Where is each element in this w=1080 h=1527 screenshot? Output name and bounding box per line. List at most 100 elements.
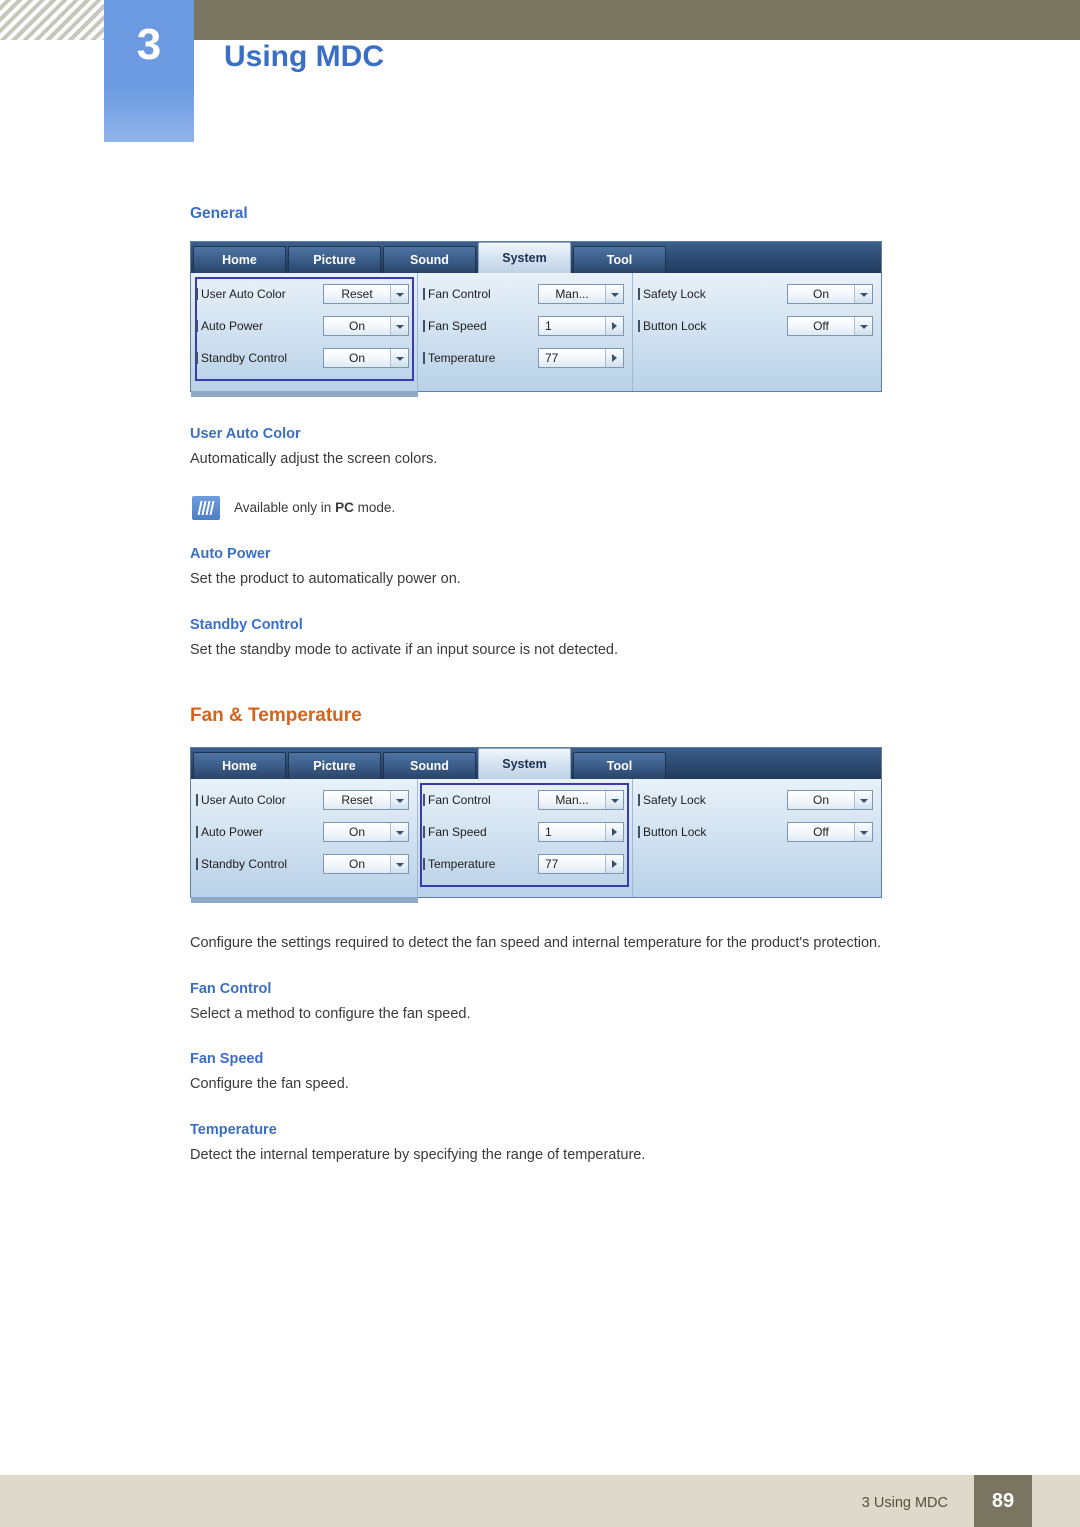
chevron-right-icon[interactable] (605, 823, 623, 842)
desc-standby-control: Set the standby mode to activate if an i… (190, 641, 619, 658)
mdc-value-safety-lock: On (812, 793, 829, 808)
desc-fan-control: Select a method to configure the fan spe… (190, 1005, 471, 1022)
mdc-row-standby-control: Standby Control On (196, 347, 409, 369)
mdc-label-safety-lock: Safety Lock (638, 793, 787, 807)
mdc-row-temperature: Temperature 77 (423, 347, 624, 369)
mdc-label-button-lock: Button Lock (638, 825, 787, 839)
mdc-dropdown-fan-control[interactable]: Man... (538, 284, 624, 304)
mdc-panel-body: User Auto Color Reset Auto Power On Stan… (191, 273, 881, 391)
mdc-group-lock: Safety Lock On Button Lock Off (633, 779, 881, 897)
chevron-right-icon[interactable] (605, 317, 623, 335)
mdc-label-fan-speed: Fan Speed (423, 319, 538, 333)
mdc-dropdown-safety-lock[interactable]: On (787, 284, 873, 304)
desc-auto-power: Set the product to automatically power o… (190, 571, 461, 588)
mdc-value-temperature: 77 (545, 857, 559, 872)
mdc-tab-sound[interactable]: Sound (383, 246, 476, 273)
mdc-tab-sound[interactable]: Sound (383, 752, 476, 780)
mdc-value-user-auto-color: Reset (341, 793, 373, 808)
mdc-tab-home[interactable]: Home (193, 246, 286, 273)
note-suffix: mode. (353, 500, 396, 516)
mdc-value-safety-lock: On (812, 287, 829, 301)
mdc-group-general: User Auto Color Reset Auto Power On Stan… (191, 273, 418, 391)
chevron-down-icon[interactable] (854, 791, 872, 810)
chevron-right-icon[interactable] (605, 855, 623, 874)
chevron-down-icon[interactable] (854, 317, 872, 335)
chevron-right-icon[interactable] (605, 349, 623, 367)
chevron-down-icon[interactable] (854, 823, 872, 842)
mdc-dropdown-standby-control[interactable]: On (323, 854, 409, 875)
mdc-label-user-auto-color: User Auto Color (196, 793, 323, 807)
chevron-down-icon[interactable] (390, 823, 408, 842)
mdc-row-user-auto-color: User Auto Color Reset (196, 283, 409, 305)
fan-temperature-heading: Fan & Temperature (190, 705, 362, 727)
desc-fan-speed: Configure the fan speed. (190, 1076, 349, 1093)
mdc-dropdown-fan-control[interactable]: Man... (538, 790, 624, 811)
note-bold: PC (335, 500, 354, 516)
chevron-down-icon[interactable] (390, 317, 408, 335)
mdc-dropdown-standby-control[interactable]: On (323, 348, 409, 368)
note-text: Available only in PC mode. (234, 496, 395, 518)
mdc-value-fan-control: Man... (555, 793, 589, 808)
mdc-spinner-temperature[interactable]: 77 (538, 854, 624, 875)
mdc-tab-picture[interactable]: Picture (288, 752, 381, 780)
mdc-tab-home[interactable]: Home (193, 752, 286, 780)
term-fan-control: Fan Control (190, 980, 272, 997)
mdc-dropdown-auto-power[interactable]: On (323, 316, 409, 336)
mdc-row-safety-lock: Safety Lock On (638, 789, 873, 811)
mdc-tab-picture[interactable]: Picture (288, 246, 381, 273)
mdc-label-fan-control: Fan Control (423, 793, 538, 807)
mdc-spinner-fan-speed[interactable]: 1 (538, 822, 624, 843)
mdc-label-user-auto-color: User Auto Color (196, 287, 323, 301)
mdc-row-user-auto-color: User Auto Color Reset (196, 789, 409, 811)
mdc-value-user-auto-color: Reset (341, 287, 373, 301)
mdc-row-fan-speed: Fan Speed 1 (423, 821, 624, 843)
mdc-tab-tool[interactable]: Tool (573, 752, 666, 780)
note-prefix: Available only in (234, 500, 336, 516)
mdc-panel-body: User Auto Color Reset Auto Power On Stan… (191, 779, 881, 898)
mdc-label-standby-control: Standby Control (196, 351, 323, 365)
mdc-row-fan-control: Fan Control Man... (423, 789, 624, 811)
chevron-down-icon[interactable] (605, 791, 623, 810)
chevron-down-icon[interactable] (390, 855, 408, 874)
mdc-dropdown-button-lock[interactable]: Off (787, 822, 873, 843)
mdc-tab-bar: Home Picture Sound System Tool (191, 242, 881, 273)
fan-temperature-intro: Configure the settings required to detec… (190, 935, 882, 952)
chevron-down-icon[interactable] (390, 791, 408, 810)
footer-page-number: 89 (974, 1475, 1032, 1527)
mdc-dropdown-auto-power[interactable]: On (323, 822, 409, 843)
chapter-number-badge: 3 (104, 0, 194, 142)
mdc-value-standby-control: On (348, 351, 365, 365)
mdc-dropdown-user-auto-color[interactable]: Reset (323, 284, 409, 304)
mdc-group-fan-temperature: Fan Control Man... Fan Speed 1 Temperatu… (418, 273, 633, 391)
chevron-down-icon[interactable] (854, 285, 872, 303)
chevron-down-icon[interactable] (605, 285, 623, 303)
chevron-down-icon[interactable] (390, 349, 408, 367)
header-hatch-decoration (0, 0, 104, 40)
note-pc-mode: Available only in PC mode. (190, 496, 980, 521)
mdc-system-screenshot-fan: Home Picture Sound System Tool User Auto… (190, 747, 882, 904)
mdc-label-temperature: Temperature (423, 351, 538, 365)
mdc-spinner-fan-speed[interactable]: 1 (538, 316, 624, 336)
mdc-tab-tool[interactable]: Tool (573, 246, 666, 273)
mdc-label-standby-control: Standby Control (196, 857, 323, 871)
chapter-title: Using MDC (224, 40, 384, 73)
mdc-tab-system[interactable]: System (478, 242, 571, 273)
general-heading: General (190, 205, 248, 222)
chevron-down-icon[interactable] (390, 285, 408, 303)
mdc-dropdown-button-lock[interactable]: Off (787, 316, 873, 336)
term-user-auto-color: User Auto Color (190, 426, 301, 442)
mdc-spinner-temperature[interactable]: 77 (538, 348, 624, 368)
mdc-value-button-lock: Off (813, 319, 829, 333)
mdc-value-auto-power: On (348, 319, 365, 333)
mdc-tab-bar: Home Picture Sound System Tool (191, 748, 881, 780)
term-standby-control: Standby Control (190, 616, 303, 633)
mdc-group-fan-temperature: Fan Control Man... Fan Speed 1 Temperatu… (418, 779, 633, 898)
mdc-dropdown-safety-lock[interactable]: On (787, 790, 873, 811)
term-fan-speed: Fan Speed (190, 1051, 264, 1068)
mdc-group-lock: Safety Lock On Button Lock Off (633, 273, 881, 391)
mdc-label-fan-control: Fan Control (423, 287, 538, 301)
mdc-row-button-lock: Button Lock Off (638, 315, 873, 337)
mdc-dropdown-user-auto-color[interactable]: Reset (323, 790, 409, 811)
mdc-tab-system[interactable]: System (478, 748, 571, 780)
term-temperature: Temperature (190, 1121, 277, 1138)
